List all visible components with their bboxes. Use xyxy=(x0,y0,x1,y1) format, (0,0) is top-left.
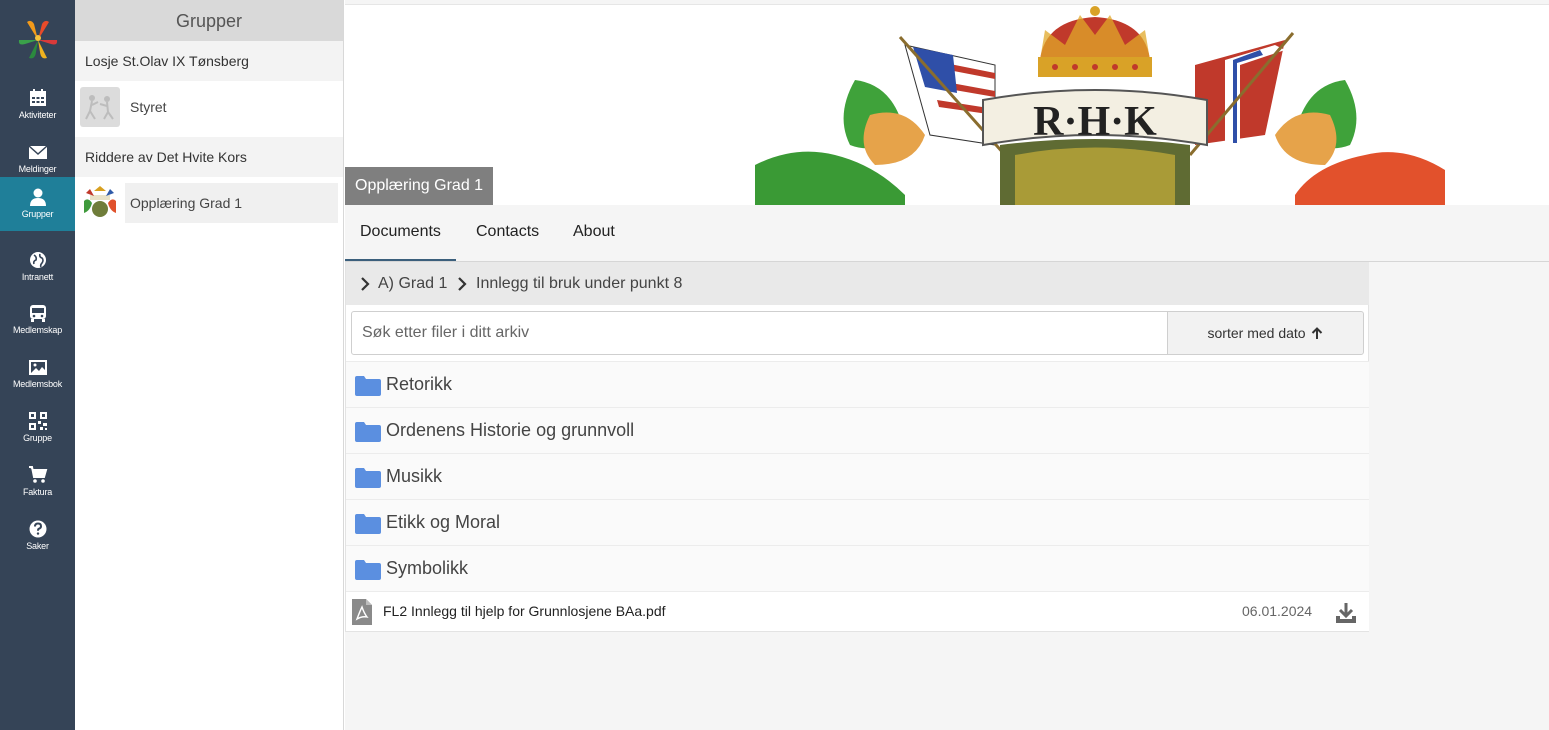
envelope-icon xyxy=(28,145,47,159)
nav-item-grupper[interactable]: Grupper xyxy=(0,177,75,231)
arrow-up-icon xyxy=(1312,327,1323,339)
group-item-styret[interactable]: Styret xyxy=(75,81,343,137)
search-input[interactable] xyxy=(351,311,1168,355)
groups-title: Grupper xyxy=(75,0,343,41)
folder-icon xyxy=(355,422,381,442)
group-title: Opplæring Grad 1 xyxy=(345,167,494,205)
tab-contacts[interactable]: Contacts xyxy=(476,205,539,261)
nav-label: Faktura xyxy=(22,487,53,497)
folder-name: Ordenens Historie og grunnvoll xyxy=(386,420,635,440)
folder-icon xyxy=(355,560,381,580)
app-root: Aktiviteter Meldinger Grupper Intranett … xyxy=(0,0,1549,730)
question-icon xyxy=(29,520,46,538)
nav-label: Medlemskap xyxy=(12,325,63,335)
folder-name: Musikk xyxy=(386,466,443,486)
sort-label: sorter med dato xyxy=(1207,325,1306,341)
folder-icon xyxy=(355,376,381,396)
bus-icon xyxy=(29,305,46,322)
dancers-thumbnail-icon xyxy=(80,87,120,127)
calendar-icon xyxy=(29,89,46,106)
download-icon[interactable] xyxy=(1335,602,1357,624)
group-section-header[interactable]: Riddere av Det Hvite Kors xyxy=(75,137,343,177)
folder-row[interactable]: Retorikk xyxy=(346,361,1369,407)
nav-label: Meldinger xyxy=(18,164,57,174)
nav-label: Intranett xyxy=(21,272,54,282)
group-thumbnail xyxy=(80,87,120,127)
coat-of-arms-banner-icon: R·H·K xyxy=(755,6,1445,205)
nav-label: Grupper xyxy=(21,209,54,219)
file-row: FL2 Innlegg til hjelp for Grunnlosjene B… xyxy=(346,591,1369,631)
group-item-label: Styret xyxy=(130,99,167,115)
breadcrumb: A) Grad 1 Innlegg til bruk under punkt 8 xyxy=(346,262,1369,305)
group-section-header[interactable]: Losje St.Olav IX Tønsberg xyxy=(75,41,343,81)
nav-item-aktiviteter[interactable]: Aktiviteter xyxy=(0,77,75,131)
folder-row[interactable]: Symbolikk xyxy=(346,545,1369,591)
folder-row[interactable]: Musikk xyxy=(346,453,1369,499)
nav-item-medlemsbok[interactable]: Medlemsbok xyxy=(0,346,75,400)
documents-panel: A) Grad 1 Innlegg til bruk under punkt 8… xyxy=(345,262,1369,632)
group-item-opplaering-grad-1[interactable]: Opplæring Grad 1 xyxy=(75,177,343,233)
folder-name: Symbolikk xyxy=(386,558,469,578)
qr-code-icon xyxy=(28,412,47,430)
folder-name: Etikk og Moral xyxy=(386,512,501,532)
tab-about[interactable]: About xyxy=(573,205,615,261)
tab-documents[interactable]: Documents xyxy=(345,205,456,261)
banner-text: R·H·K xyxy=(1033,99,1157,145)
nav-item-faktura[interactable]: Faktura xyxy=(0,454,75,508)
tab-bar: Documents Contacts About xyxy=(345,205,1549,262)
groups-panel: Grupper Losje St.Olav IX Tønsberg Styret… xyxy=(75,0,344,730)
pdf-file-icon xyxy=(352,599,372,625)
group-item-label: Opplæring Grad 1 xyxy=(125,183,338,223)
cart-icon xyxy=(28,466,47,483)
chevron-right-icon xyxy=(361,277,370,291)
globe-icon xyxy=(29,252,46,268)
nav-label: Medlemsbok xyxy=(12,379,63,389)
app-logo-icon[interactable] xyxy=(15,16,61,62)
folder-icon xyxy=(355,514,381,534)
nav-label: Aktiviteter xyxy=(18,110,57,120)
nav-item-saker[interactable]: Saker xyxy=(0,508,75,562)
file-name[interactable]: FL2 Innlegg til hjelp for Grunnlosjene B… xyxy=(383,592,666,630)
folder-row[interactable]: Etikk og Moral xyxy=(346,499,1369,545)
breadcrumb-item[interactable]: Innlegg til bruk under punkt 8 xyxy=(476,262,682,305)
breadcrumb-item[interactable]: A) Grad 1 xyxy=(378,262,447,305)
folder-name: Retorikk xyxy=(386,374,453,394)
group-thumbnail xyxy=(80,183,120,223)
chevron-right-icon xyxy=(458,277,467,291)
group-banner: R·H·K xyxy=(345,5,1549,205)
nav-item-intranett[interactable]: Intranett xyxy=(0,239,75,293)
sort-by-date-button[interactable]: sorter med dato xyxy=(1167,311,1364,355)
nav-item-medlemskap[interactable]: Medlemskap xyxy=(0,292,75,346)
nav-label: Saker xyxy=(26,541,49,551)
coat-of-arms-thumbnail-icon xyxy=(80,183,120,223)
user-icon xyxy=(29,188,46,206)
nav-label: Gruppe xyxy=(23,433,52,443)
main-content: R·H·K Opplæring Grad 1 Documents Contact… xyxy=(345,0,1549,730)
nav-item-gruppe[interactable]: Gruppe xyxy=(0,400,75,454)
folder-row[interactable]: Ordenens Historie og grunnvoll xyxy=(346,407,1369,453)
file-list: Retorikk Ordenens Historie og grunnvoll … xyxy=(346,361,1369,631)
image-icon xyxy=(28,360,47,375)
nav-rail: Aktiviteter Meldinger Grupper Intranett … xyxy=(0,0,75,730)
folder-icon xyxy=(355,468,381,488)
file-date: 06.01.2024 xyxy=(1242,603,1313,619)
